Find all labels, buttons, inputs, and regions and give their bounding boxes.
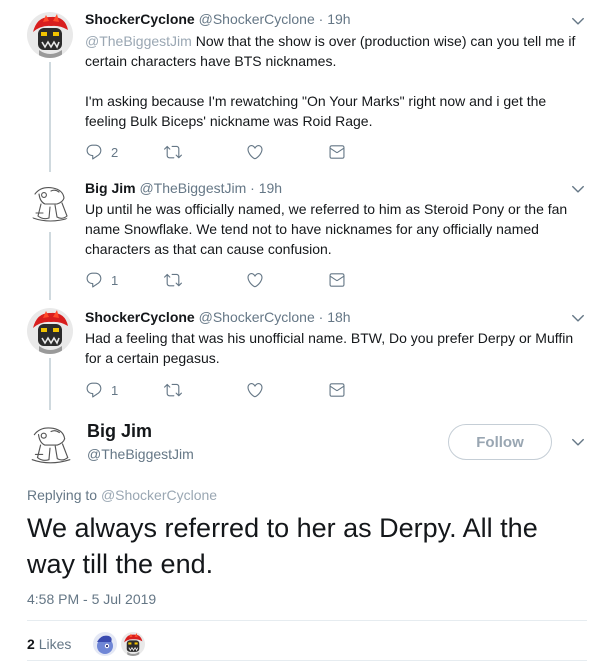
follow-button[interactable]: Follow: [448, 424, 552, 460]
like-button[interactable]: [246, 270, 264, 290]
display-name[interactable]: Big Jim: [87, 421, 152, 442]
tweet-time[interactable]: 18h: [327, 309, 350, 325]
display-name[interactable]: ShockerCyclone: [85, 11, 195, 27]
tweet-text-part: Had a feeling that was his unofficial na…: [85, 330, 574, 366]
retweet-icon: [164, 143, 182, 161]
tweet-header: ShockerCyclone @ShockerCyclone · 19h: [85, 10, 351, 28]
user-handle[interactable]: @TheBiggestJim: [87, 446, 194, 462]
sketch-pony-avatar-icon: [27, 180, 73, 226]
avatar[interactable]: [26, 420, 74, 468]
like-button[interactable]: [246, 142, 264, 162]
tweet-actions: 1: [85, 270, 385, 290]
heart-icon: [246, 381, 264, 399]
user-handle[interactable]: @ShockerCyclone: [199, 11, 315, 27]
direct-message-button[interactable]: [328, 270, 346, 290]
reply-icon: [85, 381, 103, 399]
replying-to: Replying to @ShockerCyclone: [27, 487, 217, 503]
envelope-icon: [328, 143, 346, 161]
heart-icon: [246, 271, 264, 289]
blue-pony-avatar-icon: [93, 632, 117, 656]
direct-message-button[interactable]: [328, 380, 346, 400]
liker-avatar[interactable]: [92, 631, 118, 657]
avatar[interactable]: [27, 308, 73, 354]
tweet[interactable]: Big Jim @TheBiggestJim · 19h Up until he…: [0, 172, 597, 300]
likes-stat[interactable]: 2 Likes: [27, 636, 71, 652]
likes-label: Likes: [38, 636, 72, 652]
retweet-icon: [164, 271, 182, 289]
reply-button[interactable]: 1: [85, 270, 118, 290]
tweet-actions: 2: [85, 142, 385, 162]
avatar[interactable]: [27, 180, 73, 226]
reply-icon: [85, 271, 103, 289]
retweet-button[interactable]: [164, 270, 182, 290]
reply-count: 1: [111, 382, 119, 398]
red-dragon-avatar-icon: [27, 308, 73, 354]
tweet-time[interactable]: 19h: [327, 11, 350, 27]
chevron-down-icon[interactable]: [571, 14, 585, 28]
tweet-actions: 1: [85, 380, 385, 400]
mention-link[interactable]: @TheBiggestJim: [85, 33, 192, 49]
envelope-icon: [328, 271, 346, 289]
tweet-header: ShockerCyclone @ShockerCyclone · 18h: [85, 308, 351, 326]
reply-icon: [85, 143, 103, 161]
sketch-pony-avatar-icon: [26, 420, 74, 468]
tweet[interactable]: ShockerCyclone @ShockerCyclone · 18h Had…: [0, 300, 597, 410]
display-name[interactable]: Big Jim: [85, 180, 136, 196]
display-name[interactable]: ShockerCyclone: [85, 309, 195, 325]
envelope-icon: [328, 381, 346, 399]
reply-count: 1: [111, 272, 119, 288]
reply-button[interactable]: 1: [85, 380, 118, 400]
tweet-text-part: Up until he was officially named, we ref…: [85, 201, 568, 257]
tweet-text-part: I'm asking because I'm rewatching "On Yo…: [85, 93, 547, 129]
heart-icon: [246, 143, 264, 161]
tweet-time[interactable]: 19h: [259, 180, 282, 196]
liker-avatar[interactable]: [120, 631, 146, 657]
replying-prefix: Replying to: [27, 487, 101, 503]
reply-button[interactable]: 2: [85, 142, 118, 162]
red-dragon-avatar-icon: [121, 632, 145, 656]
tweet-text: Had a feeling that was his unofficial na…: [85, 328, 585, 368]
tweet-text: @TheBiggestJim Now that the show is over…: [85, 31, 585, 131]
avatar[interactable]: [27, 12, 73, 58]
user-handle[interactable]: @ShockerCyclone: [199, 309, 315, 325]
reply-count: 2: [111, 144, 119, 160]
separator-dot: ·: [318, 11, 324, 27]
retweet-button[interactable]: [164, 142, 182, 162]
chevron-down-icon[interactable]: [571, 435, 585, 449]
tweet-text: Up until he was officially named, we ref…: [85, 199, 585, 259]
chevron-down-icon[interactable]: [571, 182, 585, 196]
separator-dot: ·: [250, 180, 255, 196]
chevron-down-icon[interactable]: [571, 311, 585, 325]
direct-message-button[interactable]: [328, 142, 346, 162]
divider: [27, 620, 587, 621]
mention-link[interactable]: @ShockerCyclone: [101, 487, 217, 503]
retweet-button[interactable]: [164, 380, 182, 400]
retweet-icon: [164, 381, 182, 399]
separator-dot: ·: [318, 309, 324, 325]
red-dragon-avatar-icon: [27, 12, 73, 58]
likes-count: 2: [27, 636, 35, 652]
like-button[interactable]: [246, 380, 264, 400]
tweet-timestamp[interactable]: 4:58 PM - 5 Jul 2019: [27, 591, 156, 607]
user-handle[interactable]: @TheBiggestJim: [139, 180, 246, 196]
tweet-header: Big Jim @TheBiggestJim · 19h: [85, 179, 282, 197]
main-tweet-text: We always referred to her as Derpy. All …: [27, 513, 538, 579]
tweet[interactable]: ShockerCyclone @ShockerCyclone · 19h @Th…: [0, 0, 597, 172]
